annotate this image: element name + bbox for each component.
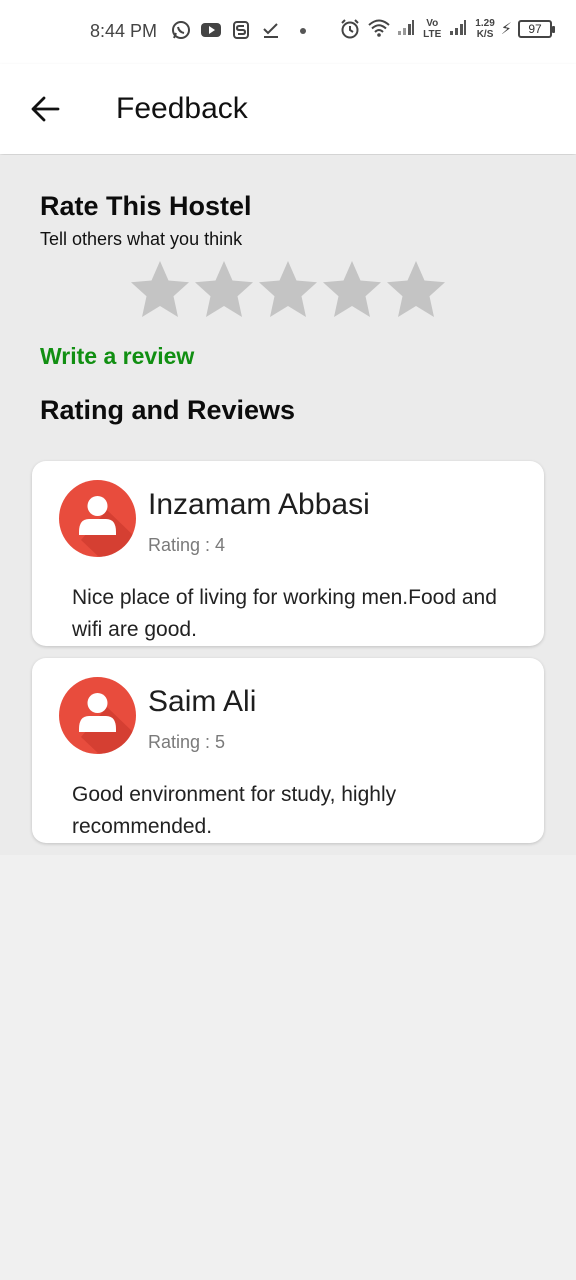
app-bar: Feedback (0, 64, 576, 154)
feedback-content: Rate This Hostel Tell others what you th… (0, 155, 576, 855)
write-review-link[interactable]: Write a review (40, 343, 194, 370)
review-text: Nice place of living for working men.Foo… (72, 586, 497, 641)
review-card: Saim Ali Rating : 5 Good environment for… (32, 658, 544, 843)
star-icon-2[interactable] (192, 258, 256, 322)
review-rating: Rating : 5 (148, 732, 226, 752)
reviewer-name: Saim Ali (148, 685, 257, 718)
check-download-icon (260, 20, 282, 42)
review-text: Good environment for study, highly recom… (72, 783, 397, 838)
page-title: Feedback (116, 92, 248, 125)
signal-icon (447, 18, 469, 40)
signal-icon (395, 18, 417, 40)
star-icon-5[interactable] (384, 258, 448, 322)
review-card: Inzamam Abbasi Rating : 4 Nice place of … (32, 461, 544, 646)
status-bar: 8:44 PM Vo LTE 1.29 K/S ⚡ 97 (0, 0, 576, 64)
more-notifications-dot (300, 28, 306, 34)
rating-stars[interactable] (128, 258, 448, 322)
avatar-user-icon (59, 480, 136, 557)
back-button[interactable] (20, 86, 70, 132)
alarm-icon (339, 18, 361, 40)
network-speed: 1.29 K/S (475, 18, 495, 40)
status-time: 8:44 PM (90, 21, 158, 41)
s-app-icon (230, 20, 252, 42)
avatar-user-icon (59, 677, 136, 754)
reviewer-name: Inzamam Abbasi (148, 488, 370, 521)
review-rating: Rating : 4 (148, 535, 226, 555)
notification-icons (170, 20, 306, 42)
wifi-icon (367, 18, 390, 40)
star-icon-4[interactable] (320, 258, 384, 322)
youtube-icon (200, 20, 222, 42)
system-icons: Vo LTE 1.29 K/S ⚡ 97 (339, 18, 555, 40)
rate-subtitle: Tell others what you think (40, 229, 243, 249)
volte-icon: Vo LTE (423, 18, 442, 40)
star-icon-1[interactable] (128, 258, 192, 322)
arrow-left-icon (31, 96, 60, 122)
rate-title: Rate This Hostel (40, 191, 252, 221)
whatsapp-icon (170, 20, 192, 42)
star-icon-3[interactable] (256, 258, 320, 322)
charging-icon: ⚡ (500, 21, 512, 38)
battery-icon: 97 (518, 20, 555, 38)
reviews-heading: Rating and Reviews (40, 395, 296, 425)
